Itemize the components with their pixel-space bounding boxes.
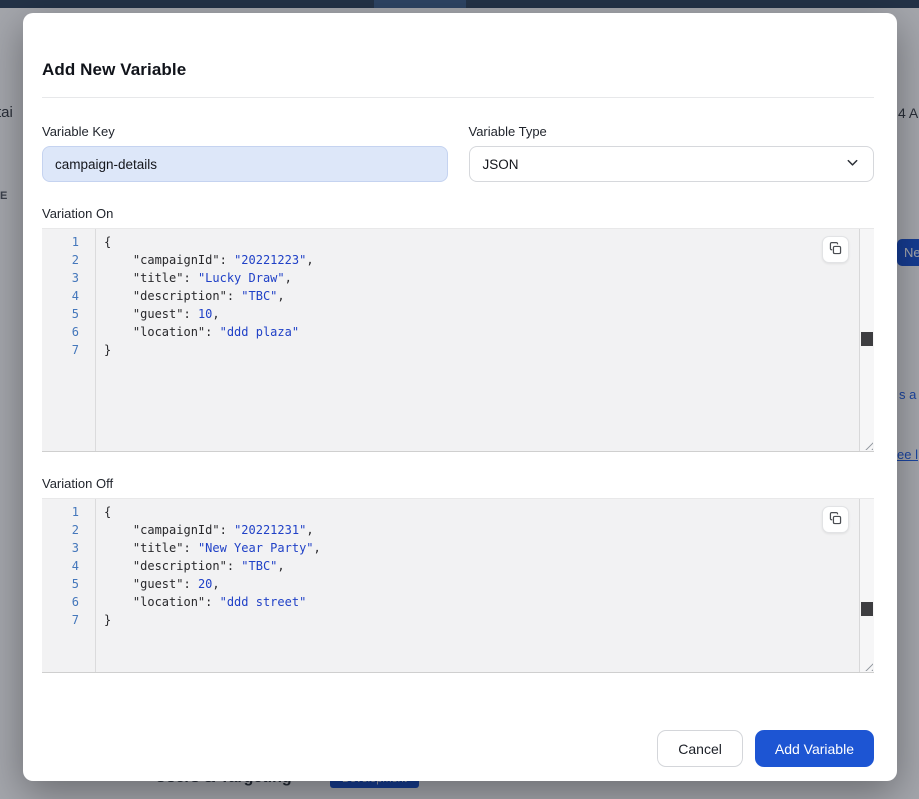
- code-content[interactable]: { "campaignId": "20221231", "title": "Ne…: [96, 499, 859, 672]
- chevron-down-icon: [845, 155, 860, 173]
- editor-scrollbar-thumb[interactable]: [861, 332, 873, 346]
- editor-scrollbar-track: [859, 499, 874, 672]
- variable-key-field: Variable Key: [42, 124, 448, 182]
- code-content[interactable]: { "campaignId": "20221223", "title": "Lu…: [96, 229, 859, 451]
- line-numbers: 1234567: [42, 229, 96, 451]
- copy-icon: [828, 241, 843, 259]
- copy-button[interactable]: [822, 506, 849, 533]
- variation-off-label: Variation Off: [42, 476, 874, 491]
- variable-type-field: Variable Type JSON: [469, 124, 875, 182]
- variable-type-label: Variable Type: [469, 124, 875, 139]
- add-variable-button[interactable]: Add Variable: [755, 730, 874, 767]
- line-numbers: 1234567: [42, 499, 96, 672]
- variation-on-editor[interactable]: 1234567 { "campaignId": "20221223", "tit…: [42, 228, 874, 452]
- copy-button[interactable]: [822, 236, 849, 263]
- variation-off-editor[interactable]: 1234567 { "campaignId": "20221231", "tit…: [42, 498, 874, 673]
- variation-on-label: Variation On: [42, 206, 874, 221]
- divider: [42, 97, 874, 98]
- add-new-variable-dialog: Add New Variable Variable Key Variable T…: [23, 13, 897, 781]
- cancel-button[interactable]: Cancel: [657, 730, 743, 767]
- variable-key-label: Variable Key: [42, 124, 448, 139]
- variable-key-input[interactable]: [42, 146, 448, 182]
- dialog-footer: Cancel Add Variable: [23, 730, 897, 781]
- dialog-title: Add New Variable: [42, 60, 874, 80]
- copy-icon: [828, 511, 843, 529]
- editor-scrollbar-thumb[interactable]: [861, 602, 873, 616]
- editor-scrollbar-track: [859, 229, 874, 451]
- variable-type-select[interactable]: JSON: [469, 146, 875, 182]
- variable-type-value: JSON: [483, 157, 519, 172]
